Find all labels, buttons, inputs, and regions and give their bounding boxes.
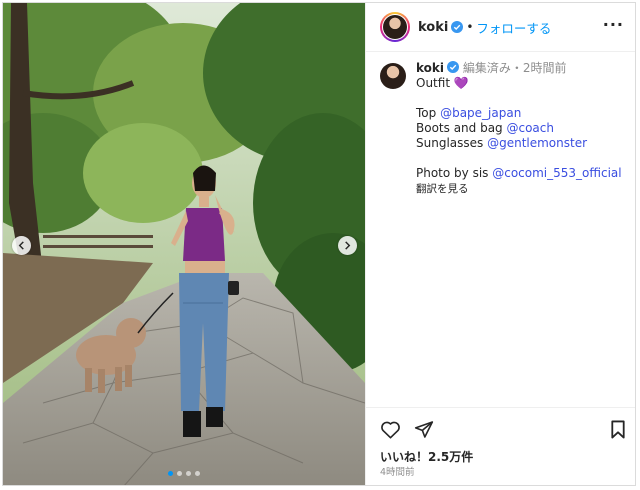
carousel-dot	[168, 471, 173, 476]
send-icon[interactable]	[414, 420, 434, 439]
mention-link[interactable]: @gentlemonster	[487, 136, 587, 150]
avatar-image	[383, 15, 407, 39]
mention-link[interactable]: @cocomi_553_official	[492, 166, 621, 180]
caption-line: Outfit 💜	[416, 76, 469, 90]
mention-link[interactable]: @coach	[506, 121, 554, 135]
post-timestamp[interactable]: 4時間前	[380, 464, 415, 478]
post-sidebar: koki • フォローする ··· koki 編集済み・2時間前 Outfit …	[365, 3, 635, 485]
edited-label: 編集済み	[462, 61, 511, 75]
header-separator: •	[466, 20, 474, 34]
username-link[interactable]: koki	[418, 20, 448, 35]
caption-line: Top @bape_japan	[416, 106, 522, 120]
caption-line: Photo by sis @cocomi_553_official	[416, 166, 622, 180]
carousel-dot	[177, 471, 182, 476]
carousel-dot	[195, 471, 200, 476]
caption-line: Boots and bag @coach	[416, 121, 554, 135]
caption-line	[416, 151, 622, 166]
caption-line	[416, 91, 622, 106]
chevron-left-icon	[18, 241, 24, 250]
post-photo[interactable]	[3, 3, 365, 485]
post-card: koki • フォローする ··· koki 編集済み・2時間前 Outfit …	[2, 2, 636, 486]
bookmark-icon[interactable]	[610, 420, 626, 439]
see-translation-link[interactable]: 翻訳を見る	[416, 182, 622, 197]
carousel-prev-button[interactable]	[12, 236, 31, 255]
chevron-right-icon	[345, 241, 351, 250]
post-photo-illustration	[3, 3, 365, 485]
verified-badge-icon	[451, 21, 464, 33]
post-header: koki • フォローする ···	[366, 3, 635, 52]
caption-avatar[interactable]	[380, 63, 406, 89]
carousel-dot	[186, 471, 191, 476]
caption-meta: koki 編集済み・2時間前	[416, 61, 622, 76]
caption-time[interactable]: 2時間前	[523, 61, 567, 75]
more-options-icon[interactable]: ···	[603, 17, 624, 33]
caption-username[interactable]: koki	[416, 61, 444, 75]
avatar[interactable]	[380, 12, 410, 42]
carousel-next-button[interactable]	[338, 236, 357, 255]
carousel-dots	[3, 471, 365, 476]
heart-icon[interactable]	[380, 420, 401, 439]
caption-line: Sunglasses @gentlemonster	[416, 136, 588, 150]
post-actions: いいね！2.5万件 4時間前	[366, 407, 635, 485]
mention-link[interactable]: @bape_japan	[440, 106, 521, 120]
verified-badge-icon	[447, 61, 459, 73]
meta-separator: ・	[510, 61, 523, 75]
caption: koki 編集済み・2時間前 Outfit 💜 Top @bape_japan …	[380, 61, 628, 197]
likes-count[interactable]: いいね！2.5万件	[380, 448, 473, 465]
follow-button[interactable]: フォローする	[476, 18, 551, 37]
